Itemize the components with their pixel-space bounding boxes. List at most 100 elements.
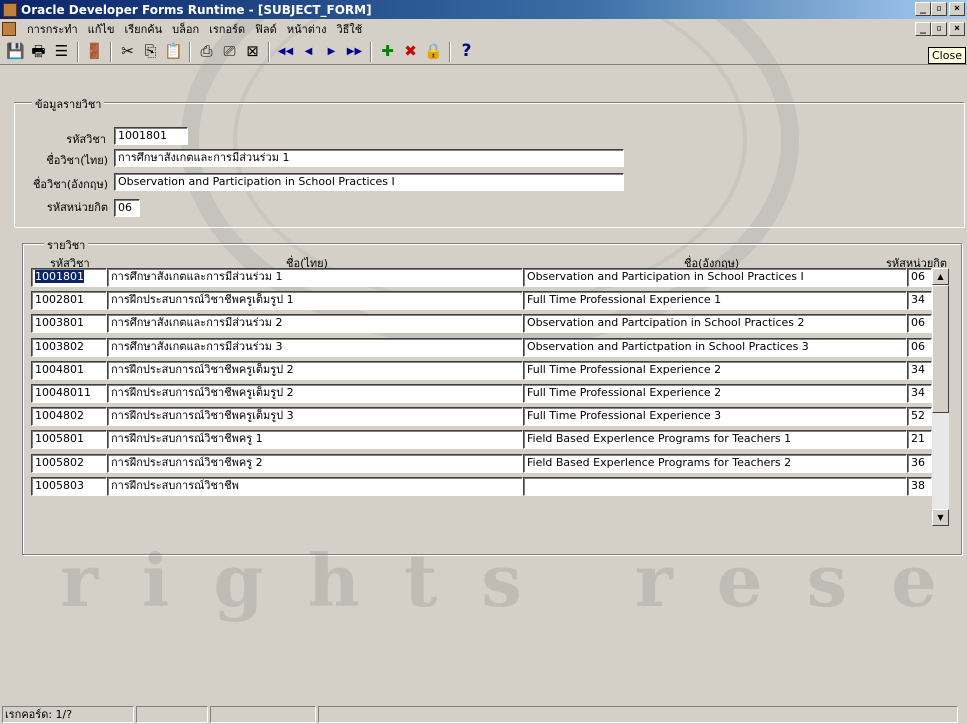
subject-name-thai-field[interactable]: การศึกษาสังเกตและการมีส่วนร่วม 1	[114, 149, 624, 167]
toolbar-separator	[268, 41, 270, 62]
cell-name-english[interactable]: Observation and Partcipation in School P…	[523, 314, 907, 333]
cell-name-english[interactable]: Field Based Experlence Programs for Teac…	[523, 454, 907, 473]
menu-help[interactable]: วิธีใช้	[331, 20, 367, 38]
detail-group-label: ข้อมูลรายวิชา	[32, 95, 105, 113]
subject-name-thai-label: ชื่อวิชา(ไทย)	[46, 154, 108, 167]
cell-name-thai[interactable]: การฝึกประสบการณ์วิชาชีพครู 2	[107, 454, 523, 473]
list-scrollbar[interactable]: ▲ ▼	[932, 268, 949, 526]
menu-block[interactable]: บล็อก	[167, 20, 204, 38]
cell-name-english[interactable]: Observation and Participation in School …	[523, 268, 907, 287]
print-setup-icon[interactable]: ☰	[50, 41, 73, 63]
toolbar-separator	[449, 41, 451, 62]
cell-credit-unit[interactable]: 34	[907, 291, 932, 310]
print-icon[interactable]: 🖶	[27, 41, 50, 63]
credit-unit-label: รหัสหน่วยกิต	[46, 201, 108, 214]
cell-code[interactable]: 1005802	[31, 454, 107, 473]
cell-name-english[interactable]: Field Based Experlence Programs for Teac…	[523, 430, 907, 449]
cell-name-english[interactable]	[523, 477, 907, 496]
cell-name-thai[interactable]: การฝึกประสบการณ์วิชาชีพครูเต็มรูป 3	[107, 407, 523, 426]
cell-name-english[interactable]: Observation and Partictpation in School …	[523, 338, 907, 357]
lock-record-icon[interactable]: 🔒	[422, 41, 445, 63]
cell-code-text: 1001801	[35, 270, 84, 283]
cell-credit-unit[interactable]: 21	[907, 430, 932, 449]
cell-name-thai[interactable]: การฝึกประสบการณ์วิชาชีพครูเต็มรูป 1	[107, 291, 523, 310]
title-bar: Oracle Developer Forms Runtime - [SUBJEC…	[0, 0, 967, 19]
maximize-button[interactable]: ▫	[931, 2, 947, 16]
cut-icon[interactable]: ✂	[116, 41, 139, 63]
cell-code[interactable]: 1005801	[31, 430, 107, 449]
cell-credit-unit[interactable]: 34	[907, 361, 932, 380]
minimize-button[interactable]: _	[915, 2, 931, 16]
cell-code-text: 10048011	[35, 386, 91, 399]
cell-code[interactable]: 10048011	[31, 384, 107, 403]
cell-code[interactable]: 1004802	[31, 407, 107, 426]
subject-code-field[interactable]: 1001801	[114, 127, 188, 145]
menu-record[interactable]: เรกอร์ด	[204, 20, 250, 38]
cell-credit-unit[interactable]: 34	[907, 384, 932, 403]
menu-window[interactable]: หน้าต่าง	[282, 20, 332, 38]
query-enter-icon[interactable]: ⎙	[195, 41, 218, 63]
cell-name-thai[interactable]: การฝึกประสบการณ์วิชาชีพครูเต็มรูป 2	[107, 384, 523, 403]
subject-name-english-field[interactable]: Observation and Participation in School …	[114, 173, 624, 191]
first-record-icon[interactable]: ◀◀	[274, 41, 297, 63]
cell-name-thai[interactable]: การฝึกประสบการณ์วิชาชีพครูเต็มรูป 2	[107, 361, 523, 380]
scroll-up-icon[interactable]: ▲	[932, 268, 949, 285]
paste-icon[interactable]: 📋	[162, 41, 185, 63]
mdi-close-button[interactable]: ×	[949, 22, 965, 36]
cell-credit-unit[interactable]: 38	[907, 477, 932, 496]
cell-name-english[interactable]: Full Time Professional Experience 1	[523, 291, 907, 310]
save-icon[interactable]: 💾	[4, 41, 27, 63]
scroll-down-icon[interactable]: ▼	[932, 509, 949, 526]
next-record-icon[interactable]: ▶	[320, 41, 343, 63]
cell-code[interactable]: 1002801	[31, 291, 107, 310]
cell-credit-unit[interactable]: 06	[907, 338, 932, 357]
cell-credit-unit[interactable]: 36	[907, 454, 932, 473]
menu-field[interactable]: ฟิลด์	[250, 20, 282, 38]
cell-name-thai-text: การฝึกประสบการณ์วิชาชีพครูเต็มรูป 1	[111, 293, 294, 306]
cell-name-thai[interactable]: การศึกษาสังเกตและการมีส่วนร่วม 3	[107, 338, 523, 357]
cell-name-english[interactable]: Full Time Professional Experience 2	[523, 361, 907, 380]
cell-name-english-text: Full Time Professional Experience 2	[527, 386, 722, 399]
cell-name-english[interactable]: Full Time Professional Experience 3	[523, 407, 907, 426]
cell-credit-unit[interactable]: 06	[907, 268, 932, 287]
previous-record-icon[interactable]: ◀	[297, 41, 320, 63]
menu-bar: การกระทำ แก้ไข เรียกค้น บล็อก เรกอร์ด ฟิ…	[0, 19, 967, 39]
form-window-icon[interactable]	[2, 22, 16, 36]
help-icon[interactable]: ?	[455, 41, 478, 63]
cell-code-text: 1003801	[35, 316, 84, 329]
mdi-maximize-button[interactable]: ▫	[931, 22, 947, 36]
cell-name-english[interactable]: Full Time Professional Experience 2	[523, 384, 907, 403]
menu-action[interactable]: การกระทำ	[22, 20, 83, 38]
copy-icon[interactable]: ⎘	[139, 41, 162, 63]
cell-name-thai[interactable]: การฝึกประสบการณ์วิชาชีพครู 1	[107, 430, 523, 449]
delete-record-icon[interactable]: ✖	[399, 41, 422, 63]
exit-icon[interactable]: 🚪	[83, 41, 106, 63]
cell-name-english-text: Full Time Professional Experience 2	[527, 363, 722, 376]
scroll-thumb[interactable]	[932, 285, 949, 413]
cell-code[interactable]: 1003801	[31, 314, 107, 333]
cell-credit-unit[interactable]: 52	[907, 407, 932, 426]
cell-credit-unit[interactable]: 06	[907, 314, 932, 333]
status-cell-2	[136, 706, 208, 723]
last-record-icon[interactable]: ▶▶	[343, 41, 366, 63]
menu-edit[interactable]: แก้ไข	[83, 20, 120, 38]
credit-unit-field[interactable]: 06	[114, 199, 140, 217]
cell-name-thai[interactable]: การฝึกประสบการณ์วิชาชีพ	[107, 477, 523, 496]
cell-code[interactable]: 1003802	[31, 338, 107, 357]
cell-code[interactable]: 1005803	[31, 477, 107, 496]
query-cancel-icon[interactable]: ⊠	[241, 41, 264, 63]
cell-credit-unit-text: 34	[911, 386, 925, 399]
query-execute-icon[interactable]: ⎚	[218, 41, 241, 63]
mdi-minimize-button[interactable]: _	[915, 22, 931, 36]
cell-name-thai[interactable]: การศึกษาสังเกตและการมีส่วนร่วม 1	[107, 268, 523, 287]
cell-code[interactable]: 1001801	[31, 268, 107, 287]
cell-name-thai-text: การศึกษาสังเกตและการมีส่วนร่วม 1	[111, 270, 283, 283]
status-cell-4	[318, 706, 958, 723]
menu-query[interactable]: เรียกค้น	[119, 20, 167, 38]
cell-name-thai-text: การฝึกประสบการณ์วิชาชีพครู 1	[111, 432, 263, 445]
insert-record-icon[interactable]: ✚	[376, 41, 399, 63]
cell-name-thai[interactable]: การศึกษาสังเกตและการมีส่วนร่วม 2	[107, 314, 523, 333]
cell-credit-unit-text: 06	[911, 340, 925, 353]
cell-code[interactable]: 1004801	[31, 361, 107, 380]
close-button[interactable]: ×	[949, 2, 965, 16]
